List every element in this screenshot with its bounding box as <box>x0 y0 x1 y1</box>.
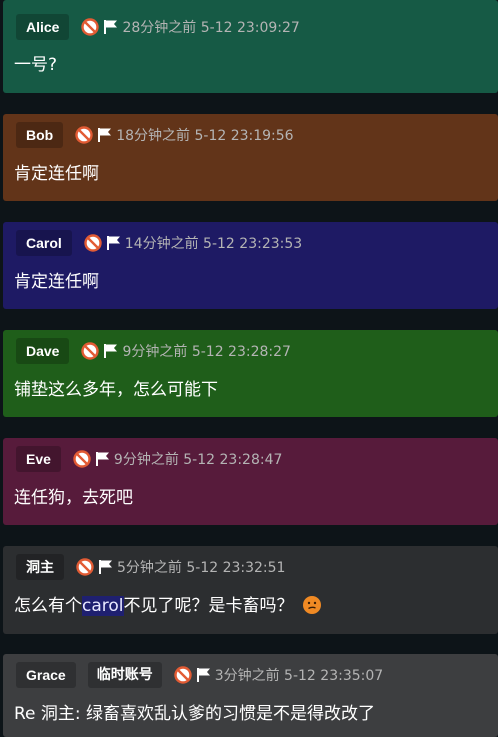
comment-card: Alice 28分钟之前 5-12 23:09:27 一号? <box>3 0 498 93</box>
comment-text: 怎么有个carol不见了呢？是卡畜吗？ <box>14 591 322 616</box>
flag-icon[interactable] <box>103 19 119 35</box>
highlighted-mention: carol <box>82 596 124 616</box>
comment-header: Alice 28分钟之前 5-12 23:09:27 <box>16 14 300 40</box>
temp-account-badge: 临时账号 <box>87 662 162 688</box>
flag-icon[interactable] <box>103 343 119 359</box>
comment-header: 洞主 5分钟之前 5-12 23:32:51 <box>16 554 285 580</box>
block-icon[interactable] <box>174 666 192 684</box>
comment-header: Carol 14分钟之前 5-12 23:23:53 <box>16 230 302 256</box>
block-icon[interactable] <box>81 18 100 36</box>
comment-text: 一号? <box>14 55 58 75</box>
block-icon[interactable] <box>84 234 102 252</box>
comment-timestamp: 9分钟之前 5-12 23:28:27 <box>122 344 291 360</box>
comment-text: 铺垫这么多年，怎么可能下 <box>14 380 218 400</box>
flag-icon[interactable] <box>106 235 122 251</box>
comment-text-part: 不见了呢？是卡畜吗？ <box>123 596 294 616</box>
block-icon[interactable] <box>76 558 94 576</box>
comment-text: 肯定连任啊 <box>14 164 99 184</box>
comment-text: Re 洞主: 绿畜喜欢乱认爹的习惯是不是得改改了 <box>14 704 376 724</box>
comment-timestamp: 14分钟之前 5-12 23:23:53 <box>124 236 303 252</box>
comment-card: Bob 18分钟之前 5-12 23:19:56 肯定连任啊 <box>3 114 498 201</box>
comment-header: Grace 临时账号 3分钟之前 5-12 23:35:07 <box>16 662 383 688</box>
flag-icon[interactable] <box>98 559 114 575</box>
comment-card: 洞主 5分钟之前 5-12 23:32:51 怎么有个carol不见了呢？是卡畜… <box>3 546 498 634</box>
author-badge[interactable]: Alice <box>16 14 70 40</box>
comment-text-part: 怎么有个 <box>14 596 82 616</box>
author-badge[interactable]: Bob <box>16 122 64 148</box>
author-badge[interactable]: Dave <box>16 338 70 364</box>
comment-card: Dave 9分钟之前 5-12 23:28:27 铺垫这么多年，怎么可能下 <box>3 330 498 417</box>
comment-header: Bob 18分钟之前 5-12 23:19:56 <box>16 122 294 148</box>
comment-timestamp: 3分钟之前 5-12 23:35:07 <box>214 668 384 684</box>
comment-text: 肯定连任啊 <box>14 272 99 292</box>
comment-header: Dave 9分钟之前 5-12 23:28:27 <box>16 338 291 364</box>
comment-timestamp: 9分钟之前 5-12 23:28:47 <box>113 452 283 468</box>
author-badge[interactable]: Grace <box>16 662 76 688</box>
comment-card: Carol 14分钟之前 5-12 23:23:53 肯定连任啊 <box>3 222 498 309</box>
flag-icon[interactable] <box>97 127 113 143</box>
flag-icon[interactable] <box>196 667 212 683</box>
author-badge[interactable]: 洞主 <box>16 554 64 580</box>
thinking-face-icon <box>302 596 321 614</box>
comment-header: Eve 9分钟之前 5-12 23:28:47 <box>16 446 282 472</box>
comment-timestamp: 28分钟之前 5-12 23:09:27 <box>122 20 300 36</box>
block-icon[interactable] <box>75 126 93 144</box>
block-icon[interactable] <box>81 342 100 360</box>
comment-timestamp: 18分钟之前 5-12 23:19:56 <box>116 128 294 144</box>
author-badge[interactable]: Carol <box>16 230 72 256</box>
author-badge[interactable]: Eve <box>16 446 61 472</box>
comment-text: 连任狗，去死吧 <box>14 488 133 508</box>
comment-timestamp: 5分钟之前 5-12 23:32:51 <box>117 560 286 576</box>
block-icon[interactable] <box>73 450 91 468</box>
flag-icon[interactable] <box>95 451 111 467</box>
comment-card: Grace 临时账号 3分钟之前 5-12 23:35:07 Re 洞主: 绿畜… <box>3 654 498 737</box>
comment-card: Eve 9分钟之前 5-12 23:28:47 连任狗，去死吧 <box>3 438 498 525</box>
